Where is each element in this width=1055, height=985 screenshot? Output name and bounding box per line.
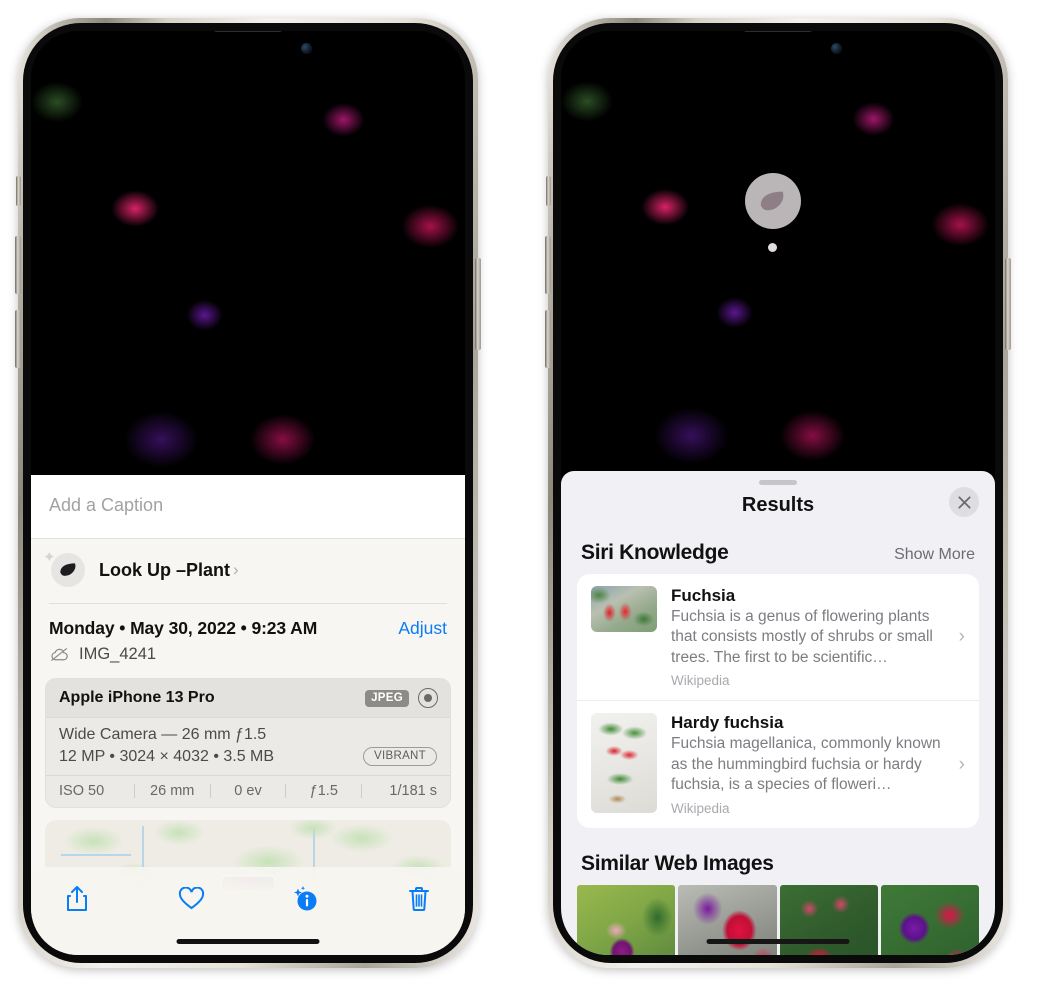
leaf-icon (760, 191, 784, 210)
notch-right (692, 31, 864, 65)
exif-details: Wide Camera — 26 mm ƒ1.5 12 MP • 3024 × … (46, 718, 450, 775)
cloud-slash-icon (51, 647, 68, 662)
chevron-right-icon: › (233, 560, 239, 579)
screenshot-stage: Add a Caption ✦ Look Up – Plant › Monday… (0, 0, 1055, 985)
knowledge-thumbnail (591, 713, 657, 814)
siri-knowledge-header: Siri Knowledge Show More (561, 517, 995, 574)
front-camera-right (831, 43, 842, 54)
silent-switch-left[interactable] (16, 176, 21, 206)
visual-look-up-indicator-dot (768, 243, 777, 252)
exif-device-name: Apple iPhone 13 Pro (59, 689, 215, 706)
knowledge-description: Fuchsia magellanica, commonly known as t… (671, 735, 941, 794)
exif-card[interactable]: Apple iPhone 13 Pro JPEG Wide Camera — 2… (45, 678, 451, 808)
exif-stats-row: ISO 50 26 mm 0 ev ƒ1.5 1/181 s (46, 775, 450, 807)
photo-viewer-lookup[interactable] (561, 31, 995, 471)
volume-up-button-right[interactable] (545, 236, 551, 294)
leaf-badge: ✦ (43, 549, 85, 587)
datetime-row: Monday • May 30, 2022 • 9:23 AM Adjust (31, 604, 465, 641)
close-icon[interactable] (949, 487, 979, 517)
info-sparkle-icon[interactable] (285, 879, 325, 919)
photo-viewer[interactable] (31, 31, 465, 475)
knowledge-source: Wikipedia (671, 673, 730, 689)
sparkle-icon: ✦ (43, 549, 56, 566)
results-header: Results (561, 485, 995, 517)
exif-lens-line: Wide Camera — 26 mm ƒ1.5 (59, 726, 267, 743)
photo-info-sheet: Add a Caption ✦ Look Up – Plant › Monday… (31, 475, 465, 955)
knowledge-source: Wikipedia (671, 800, 730, 816)
screen-left: Add a Caption ✦ Look Up – Plant › Monday… (31, 31, 465, 955)
home-indicator-right[interactable] (706, 939, 850, 944)
format-badge: JPEG (365, 689, 409, 707)
exif-stat-aperture: ƒ1.5 (309, 783, 338, 799)
web-image-thumbnail[interactable] (678, 884, 777, 955)
exif-size-line: 12 MP • 3024 × 4032 • 3.5 MB (59, 747, 275, 765)
knowledge-thumbnail (591, 586, 657, 632)
visual-look-up-badge[interactable] (745, 173, 801, 229)
earpiece-speaker-left (213, 31, 283, 32)
exif-stat-shutter: 1/181 s (389, 783, 437, 799)
exif-stat-iso: ISO 50 (59, 783, 105, 799)
front-camera-left (301, 43, 312, 54)
volume-down-button-right[interactable] (545, 310, 551, 368)
show-more-button[interactable]: Show More (894, 546, 975, 564)
knowledge-list-item[interactable]: Hardy fuchsia Fuchsia magellanica, commo… (577, 700, 979, 827)
results-sheet: Results Siri Knowledge Show More Fuchsia… (561, 471, 995, 955)
power-button-right[interactable] (1005, 258, 1011, 350)
photo-filename: IMG_4241 (79, 645, 157, 663)
trash-icon[interactable] (399, 879, 439, 919)
leaf-icon (59, 563, 75, 576)
results-title: Results (741, 494, 815, 516)
photo-datetime: Monday • May 30, 2022 • 9:23 AM (49, 618, 318, 638)
right-phone: Results Siri Knowledge Show More Fuchsia… (545, 18, 1011, 968)
knowledge-description: Fuchsia is a genus of flowering plants t… (671, 608, 933, 666)
photo-image-overlay (31, 31, 465, 475)
web-image-thumbnail[interactable] (577, 884, 676, 955)
caption-field-row[interactable]: Add a Caption (31, 475, 465, 539)
heart-icon[interactable] (171, 879, 211, 919)
knowledge-title: Hardy fuchsia (671, 713, 784, 733)
knowledge-list-item[interactable]: Fuchsia Fuchsia is a genus of flowering … (577, 574, 979, 700)
look-up-label: Look Up – (99, 559, 187, 580)
exif-device-row: Apple iPhone 13 Pro JPEG (46, 679, 450, 718)
look-up-row[interactable]: ✦ Look Up – Plant › (31, 539, 465, 603)
web-image-thumbnail[interactable] (880, 884, 979, 955)
notch-left (162, 31, 334, 65)
similar-web-images-grid (561, 884, 995, 955)
power-button-left[interactable] (475, 258, 481, 350)
share-icon[interactable] (57, 879, 97, 919)
photographic-style-badge: VIBRANT (363, 747, 437, 766)
photo-image-overlay (561, 31, 995, 471)
chevron-right-icon: › (958, 753, 965, 775)
siri-knowledge-card: Fuchsia Fuchsia is a genus of flowering … (577, 574, 979, 828)
adjust-button[interactable]: Adjust (398, 618, 447, 639)
left-phone: Add a Caption ✦ Look Up – Plant › Monday… (15, 18, 481, 968)
exif-stat-ev: 0 ev (234, 783, 262, 799)
volume-up-button-left[interactable] (15, 236, 21, 294)
silent-switch-right[interactable] (546, 176, 551, 206)
filename-row: IMG_4241 (31, 641, 465, 676)
exif-stat-focal: 26 mm (150, 783, 195, 799)
web-image-thumbnail[interactable] (779, 884, 878, 955)
knowledge-title: Fuchsia (671, 586, 736, 605)
section-title: Siri Knowledge (581, 541, 729, 564)
raw-circle-icon (418, 688, 438, 708)
chevron-right-icon: › (958, 626, 965, 648)
home-indicator-left[interactable] (176, 939, 320, 944)
caption-placeholder[interactable]: Add a Caption (49, 495, 447, 516)
similar-web-images-header: Similar Web Images (561, 828, 995, 885)
earpiece-speaker-right (743, 31, 813, 32)
look-up-subject: Plant (186, 559, 231, 580)
section-title: Similar Web Images (581, 851, 774, 875)
screen-right: Results Siri Knowledge Show More Fuchsia… (561, 31, 995, 955)
map-river (61, 854, 132, 856)
volume-down-button-left[interactable] (15, 310, 21, 368)
